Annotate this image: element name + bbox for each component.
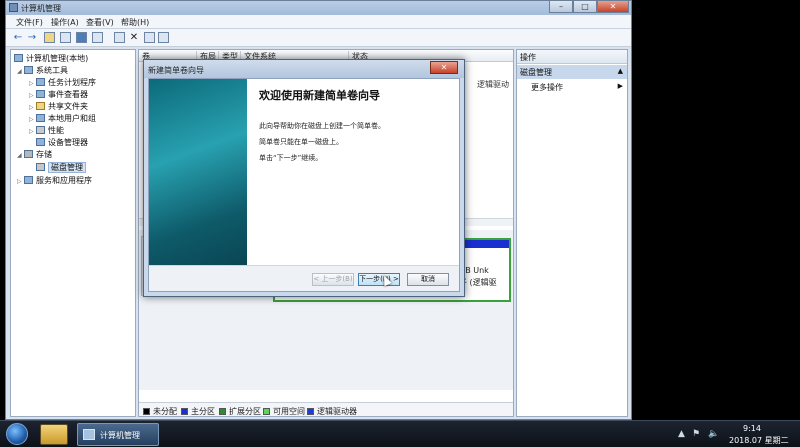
- collapse-arrow-icon[interactable]: ▲: [618, 67, 623, 75]
- menu-action[interactable]: 操作(A): [51, 17, 79, 28]
- expand-arrow-icon[interactable]: ◢: [17, 152, 24, 159]
- legend-swatch: [219, 408, 226, 415]
- desktop: 计算机管理 – □ ✕ 文件(F) 操作(A) 查看(V) 帮助(H) ← → …: [0, 0, 800, 447]
- device-manager-icon: [36, 138, 45, 146]
- clock-time[interactable]: 9:14: [743, 424, 761, 433]
- performance-icon: [36, 126, 45, 134]
- wizard-footer: < 上一步(B) 下一步(N) > 取消: [149, 265, 459, 291]
- tools-icon: [24, 66, 33, 74]
- tree-item-shared-folders[interactable]: ▷ 共享文件夹: [29, 101, 88, 113]
- services-icon: [24, 176, 33, 184]
- legend-logical-drive: 逻辑驱动器: [307, 406, 357, 417]
- tree-item-event-viewer[interactable]: ▷ 事件查看器: [29, 89, 88, 101]
- explorer-taskbar-icon[interactable]: [40, 424, 68, 445]
- menu-view[interactable]: 查看(V): [86, 17, 114, 28]
- disk-icon[interactable]: [144, 32, 155, 43]
- wizard-heading: 欢迎使用新建简单卷向导: [259, 89, 380, 102]
- clock-date[interactable]: 2018.07 星期二: [729, 435, 789, 446]
- users-icon: [36, 114, 45, 122]
- cancel-button[interactable]: 取消: [407, 273, 449, 286]
- disk-management-icon: [36, 163, 45, 171]
- toolbar: ← → ✕: [6, 29, 631, 47]
- legend-primary: 主分区: [181, 406, 215, 417]
- new-simple-volume-wizard: 新建简单卷向导 ✕ 欢迎使用新建简单卷向导 此向导帮助你在磁盘上创建一个简单卷。…: [143, 59, 465, 297]
- wizard-description-1: 此向导帮助你在磁盘上创建一个简单卷。: [259, 122, 385, 130]
- close-button[interactable]: ✕: [597, 1, 629, 13]
- legend-swatch: [307, 408, 314, 415]
- app-icon: [9, 3, 18, 12]
- expand-arrow-icon[interactable]: ◢: [17, 68, 24, 75]
- wizard-side-banner: [149, 79, 247, 265]
- tree-item-storage[interactable]: ◢ 存储: [17, 149, 52, 161]
- tree-item-local-users[interactable]: ▷ 本地用户和组: [29, 113, 96, 125]
- wizard-description-3: 单击“下一步”继续。: [259, 154, 323, 162]
- window-title: 计算机管理: [21, 4, 61, 13]
- tree-item-performance[interactable]: ▷ 性能: [29, 125, 64, 137]
- legend-swatch: [263, 408, 270, 415]
- properties-icon[interactable]: [92, 32, 103, 43]
- volume-icon[interactable]: 🔈: [708, 429, 719, 439]
- action-center-flag-icon[interactable]: ⚑: [692, 429, 700, 439]
- wizard-title-bar[interactable]: 新建简单卷向导 ✕: [144, 60, 464, 78]
- expand-arrow-icon[interactable]: ▷: [29, 80, 36, 87]
- computer-management-icon: [83, 429, 95, 440]
- tree-item-task-scheduler[interactable]: ▷ 任务计划程序: [29, 77, 96, 89]
- tree-item-disk-management[interactable]: 磁盘管理: [36, 162, 86, 174]
- wizard-body: 欢迎使用新建简单卷向导 此向导帮助你在磁盘上创建一个简单卷。 简单卷只能在单一磁…: [148, 78, 460, 292]
- wizard-close-button[interactable]: ✕: [430, 61, 458, 74]
- menu-help[interactable]: 帮助(H): [121, 17, 149, 28]
- legend-swatch: [181, 408, 188, 415]
- expand-arrow-icon[interactable]: ▷: [29, 92, 36, 99]
- expand-arrow-icon[interactable]: ▷: [29, 128, 36, 135]
- console-tree-icon[interactable]: [60, 32, 71, 43]
- folder-icon: [36, 102, 45, 110]
- start-button[interactable]: [6, 423, 28, 445]
- clock-icon: [36, 78, 45, 86]
- up-folder-icon[interactable]: [44, 32, 55, 43]
- forward-arrow-icon[interactable]: →: [26, 32, 38, 44]
- refresh-icon[interactable]: [114, 32, 125, 43]
- tree-item-device-manager[interactable]: 设备管理器: [36, 137, 88, 149]
- actions-section-disk-management[interactable]: 磁盘管理 ▲: [517, 65, 627, 79]
- delete-icon[interactable]: ✕: [128, 32, 140, 44]
- taskbar: 计算机管理 ▲ ⚑ 🔈 9:14 2018.07 星期二: [0, 420, 800, 447]
- computer-icon: [14, 54, 23, 62]
- tree-item-computer-management[interactable]: 计算机管理(本地): [14, 53, 88, 65]
- actions-header: 操作: [517, 50, 627, 64]
- volume-status-text: 逻辑驱动: [477, 80, 509, 89]
- actions-panel: 操作 磁盘管理 ▲ 更多操作 ▶: [516, 49, 628, 417]
- legend-extended: 扩展分区: [219, 406, 261, 417]
- back-button[interactable]: < 上一步(B): [312, 273, 354, 286]
- submenu-arrow-icon[interactable]: ▶: [618, 82, 623, 90]
- maximize-button[interactable]: □: [573, 1, 597, 13]
- more-actions-link[interactable]: 更多操作: [531, 82, 563, 93]
- legend-unallocated: 未分配: [143, 406, 177, 417]
- export-icon[interactable]: [158, 32, 169, 43]
- next-button[interactable]: 下一步(N) >: [358, 273, 400, 286]
- back-arrow-icon[interactable]: ←: [12, 32, 24, 44]
- console-tree: 计算机管理(本地) ◢ 系统工具 ▷ 任务计划程序 ▷ 事件查看器 ▷ 共享文件夹 ▷ 本…: [10, 49, 136, 417]
- minimize-button[interactable]: –: [549, 1, 573, 13]
- wizard-description-2: 简单卷只能在单一磁盘上。: [259, 138, 343, 146]
- event-viewer-icon: [36, 90, 45, 98]
- menu-bar: 文件(F) 操作(A) 查看(V) 帮助(H): [6, 15, 631, 29]
- menu-file[interactable]: 文件(F): [16, 17, 43, 28]
- help-icon[interactable]: [76, 32, 87, 43]
- disk-legend: 未分配 主分区 扩展分区 可用空间 逻辑驱动器: [139, 402, 513, 416]
- taskbar-app-computer-management[interactable]: 计算机管理: [77, 423, 159, 446]
- expand-arrow-icon[interactable]: ▷: [17, 178, 24, 185]
- wizard-title: 新建简单卷向导: [148, 66, 204, 75]
- expand-arrow-icon[interactable]: ▷: [29, 104, 36, 111]
- title-bar[interactable]: 计算机管理 – □ ✕: [6, 1, 631, 15]
- tree-item-system-tools[interactable]: ◢ 系统工具: [17, 65, 68, 77]
- expand-arrow-icon[interactable]: ▷: [29, 116, 36, 123]
- storage-icon: [24, 150, 33, 158]
- tree-item-services-apps[interactable]: ▷ 服务和应用程序: [17, 175, 92, 187]
- legend-swatch: [143, 408, 150, 415]
- legend-free-space: 可用空间: [263, 406, 305, 417]
- tray-expand-icon[interactable]: ▲: [678, 429, 685, 439]
